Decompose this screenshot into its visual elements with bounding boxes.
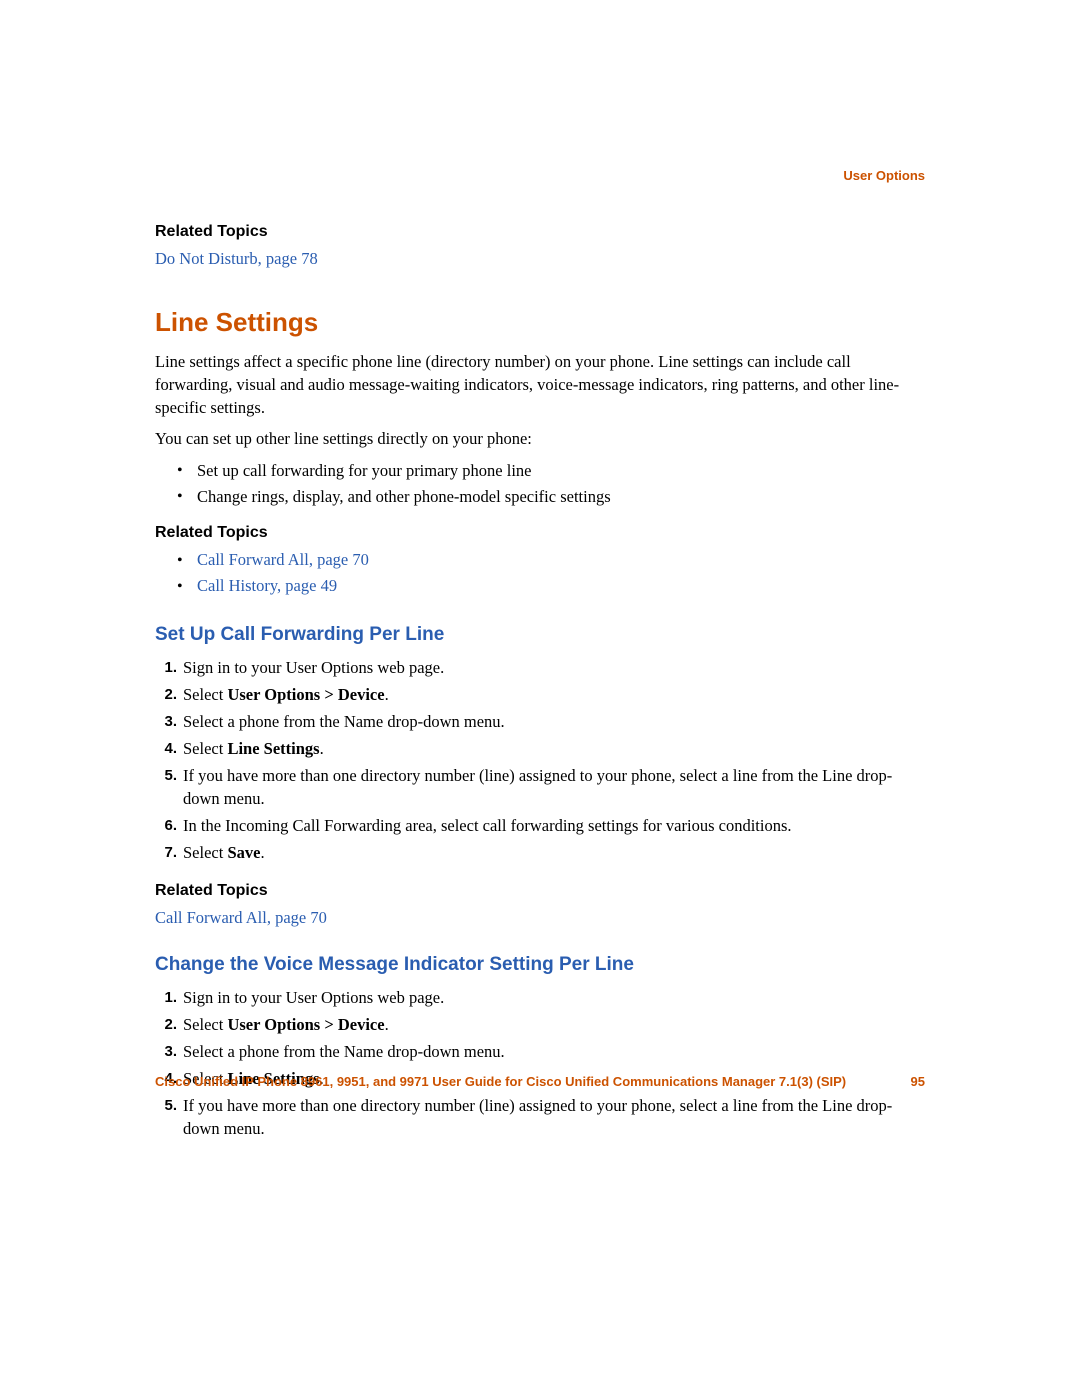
list-item: Set up call forwarding for your primary … xyxy=(197,458,925,484)
step-item: Select Line Settings. xyxy=(155,737,925,760)
bullet-list: Set up call forwarding for your primary … xyxy=(155,458,925,510)
ordered-steps: Sign in to your User Options web page. Se… xyxy=(155,986,925,1140)
section-line-settings: Line Settings Line settings affect a spe… xyxy=(155,307,925,600)
step-item: In the Incoming Call Forwarding area, se… xyxy=(155,814,925,837)
step-item: Select Save. xyxy=(155,841,925,864)
link-call-history[interactable]: Call History, page 49 xyxy=(197,576,337,595)
related-topics-list: Call Forward All, page 70 Call History, … xyxy=(155,548,925,600)
subsection-title: Change the Voice Message Indicator Setti… xyxy=(155,954,925,976)
subsection-voice-message-indicator: Change the Voice Message Indicator Setti… xyxy=(155,954,925,1140)
step-item: Sign in to your User Options web page. xyxy=(155,656,925,679)
subsection-call-forwarding: Set Up Call Forwarding Per Line Sign in … xyxy=(155,624,925,930)
page-footer: Cisco Unified IP Phone 8961, 9951, and 9… xyxy=(155,1074,925,1089)
running-header: User Options xyxy=(843,168,925,183)
related-topics-heading: Related Topics xyxy=(155,223,925,241)
step-item: Select User Options > Device. xyxy=(155,1013,925,1036)
ordered-steps: Sign in to your User Options web page. Se… xyxy=(155,656,925,864)
step-item: If you have more than one directory numb… xyxy=(155,1094,925,1140)
related-topics-heading: Related Topics xyxy=(155,524,925,542)
link-call-forward-all[interactable]: Call Forward All, page 70 xyxy=(197,550,369,569)
list-item: Call History, page 49 xyxy=(197,574,925,600)
link-do-not-disturb[interactable]: Do Not Disturb, page 78 xyxy=(155,249,318,268)
body-paragraph: Line settings affect a specific phone li… xyxy=(155,350,925,419)
step-item: Select a phone from the Name drop-down m… xyxy=(155,1040,925,1063)
list-item: Change rings, display, and other phone-m… xyxy=(197,484,925,510)
link-call-forward-all[interactable]: Call Forward All, page 70 xyxy=(155,908,327,927)
related-topics-block: Related Topics Do Not Disturb, page 78 xyxy=(155,223,925,271)
step-item: If you have more than one directory numb… xyxy=(155,764,925,810)
step-item: Sign in to your User Options web page. xyxy=(155,986,925,1009)
body-paragraph: You can set up other line settings direc… xyxy=(155,427,925,450)
document-page: User Options Related Topics Do Not Distu… xyxy=(0,0,1080,1397)
related-topics-heading: Related Topics xyxy=(155,882,925,900)
step-item: Select User Options > Device. xyxy=(155,683,925,706)
section-title: Line Settings xyxy=(155,307,925,338)
step-item: Select a phone from the Name drop-down m… xyxy=(155,710,925,733)
list-item: Call Forward All, page 70 xyxy=(197,548,925,574)
subsection-title: Set Up Call Forwarding Per Line xyxy=(155,624,925,646)
page-number: 95 xyxy=(887,1074,925,1089)
footer-title: Cisco Unified IP Phone 8961, 9951, and 9… xyxy=(155,1074,846,1089)
